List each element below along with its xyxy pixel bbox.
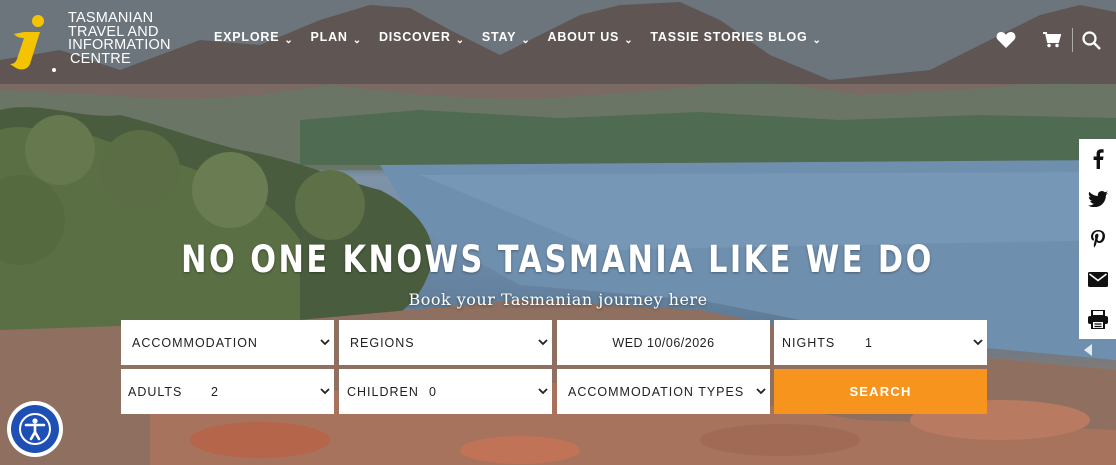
category-value: ACCOMMODATION (132, 335, 258, 350)
children-label: CHILDREN (347, 384, 419, 399)
chevron-down-icon (320, 388, 330, 395)
booking-search-form: ACCOMMODATION REGIONS WED 10/06/2026 NIG… (121, 320, 987, 415)
children-select[interactable]: CHILDREN 0 (339, 369, 552, 414)
nav-item-explore[interactable]: EXPLORE ⌄ (214, 30, 294, 46)
scroll-arrow-icon[interactable] (1084, 344, 1092, 356)
heart-icon (996, 32, 1016, 48)
top-navigation-bar: TASMANIAN TRAVEL AND INFORMATION CENTRE … (0, 0, 1116, 84)
accessibility-badge (11, 405, 59, 453)
chevron-down-icon: ⌄ (284, 35, 294, 46)
chevron-down-icon (320, 339, 330, 346)
logo-line: CENTRE (70, 50, 131, 67)
wishlist-button[interactable] (995, 29, 1017, 51)
accommodation-types-select[interactable]: ACCOMMODATION TYPES (557, 369, 770, 414)
category-select[interactable]: ACCOMMODATION (121, 320, 334, 365)
search-icon (1081, 30, 1101, 50)
site-logo[interactable]: TASMANIAN TRAVEL AND INFORMATION CENTRE (6, 10, 186, 74)
share-facebook[interactable] (1079, 139, 1116, 179)
nav-item-plan[interactable]: PLAN ⌄ (310, 30, 362, 46)
adults-value: 2 (211, 384, 219, 399)
nav-item-label: PLAN (310, 30, 348, 44)
nights-label: NIGHTS (782, 335, 836, 350)
accessibility-button[interactable] (7, 401, 63, 457)
date-input[interactable]: WED 10/06/2026 (557, 320, 770, 365)
nav-item-discover[interactable]: DISCOVER ⌄ (378, 30, 465, 46)
hero-headline: NO ONE KNOWS TASMANIA LIKE WE DO (181, 238, 934, 281)
chevron-down-icon (538, 339, 548, 346)
share-pinterest[interactable] (1079, 219, 1116, 259)
nights-select[interactable]: NIGHTS 1 (774, 320, 987, 365)
regions-value: REGIONS (350, 335, 415, 350)
date-value: WED 10/06/2026 (612, 335, 715, 350)
twitter-icon (1087, 191, 1108, 207)
nav-item-stay[interactable]: STAY ⌄ (481, 30, 531, 46)
chevron-down-icon: ⌄ (812, 35, 822, 46)
nav-item-label: ABOUT US (547, 30, 620, 44)
share-twitter[interactable] (1079, 179, 1116, 219)
chevron-down-icon (756, 388, 766, 395)
nav-item-label: STAY (481, 30, 517, 44)
header-divider (1072, 28, 1073, 52)
chevron-down-icon (973, 339, 983, 346)
types-value: ACCOMMODATION TYPES (568, 384, 745, 399)
facebook-icon (1093, 149, 1104, 169)
social-share-bar (1079, 139, 1116, 339)
cart-button[interactable] (1041, 29, 1063, 51)
logo-dot (52, 68, 56, 72)
header-actions (995, 28, 1102, 52)
nav-item-label: DISCOVER (378, 30, 451, 44)
accessibility-icon (19, 413, 51, 445)
cart-icon (1043, 32, 1061, 48)
regions-select[interactable]: REGIONS (339, 320, 552, 365)
chevron-down-icon: ⌄ (624, 35, 634, 46)
email-icon (1087, 271, 1108, 287)
search-button[interactable] (1080, 29, 1102, 51)
main-menu: EXPLORE ⌄ PLAN ⌄ DISCOVER ⌄ STAY ⌄ ABOUT US ⌄… (214, 30, 839, 46)
nav-item-about-us[interactable]: ABOUT US ⌄ (547, 30, 634, 46)
nav-item-label: TASSIE STORIES BLOG (650, 30, 808, 44)
chevron-down-icon (538, 388, 548, 395)
adults-label: ADULTS (128, 384, 183, 399)
hero-subheadline: Book your Tasmanian journey here (408, 290, 708, 309)
nav-item-label: EXPLORE (214, 30, 280, 44)
chevron-down-icon: ⌄ (455, 35, 465, 46)
logo-text: TASMANIAN TRAVEL AND INFORMATION CENTRE (68, 11, 171, 67)
info-i-logo-icon (10, 15, 44, 70)
adults-select[interactable]: ADULTS 2 (121, 369, 334, 414)
chevron-down-icon: ⌄ (352, 35, 362, 46)
search-button[interactable]: SEARCH (774, 369, 987, 414)
children-value: 0 (429, 384, 437, 399)
nights-value: 1 (865, 335, 873, 350)
nav-item-tassie-stories-blog[interactable]: TASSIE STORIES BLOG ⌄ (650, 30, 822, 46)
print-icon (1087, 309, 1108, 329)
pinterest-icon (1090, 229, 1105, 248)
chevron-down-icon: ⌄ (521, 35, 531, 46)
